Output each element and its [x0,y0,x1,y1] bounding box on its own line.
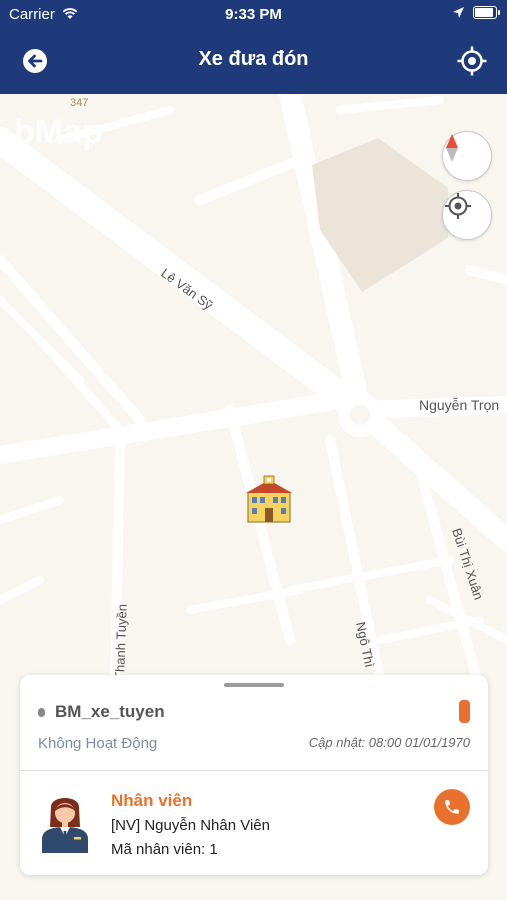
nav-bar: Xe đưa đón [0,28,507,94]
page-title: Xe đưa đón [198,48,309,70]
employee-avatar-icon [42,798,88,853]
drag-handle[interactable] [224,683,284,687]
clock: 9:33 PM [225,6,282,23]
divider [20,770,488,771]
map-watermark: bMap [14,113,103,151]
my-location-button[interactable] [442,190,492,240]
phone-icon [445,800,459,814]
map-label-thanh-tuyen: Thanh Tuyền [112,604,130,680]
compass-icon [446,134,458,162]
map-label-nguyen-trong: Nguyễn Trọn [419,397,499,413]
crosshair-icon [445,193,471,219]
vehicle-status: Không Hoạt Động [38,735,158,752]
compass-button[interactable] [442,131,492,181]
status-bar: Carrier 9:33 PM [0,0,507,28]
vehicle-info-card[interactable]: BM_xe_tuyen Không Hoạt Động Cập nhật: 08… [20,675,488,875]
last-updated: Cập nhật: 08:00 01/01/1970 [308,735,470,750]
employee-code: Mã nhân viên: 1 [111,841,218,858]
vehicle-name: BM_xe_tuyen [55,702,165,721]
employee-heading: Nhân viên [111,791,193,810]
location-arrow-icon [453,7,464,18]
vehicle-status-dot [38,708,45,717]
map-label-route: 347 [70,97,88,109]
employee-name: [NV] Nguyễn Nhân Viên [111,817,270,834]
call-button[interactable] [434,789,470,825]
locate-button[interactable] [456,45,488,77]
vehicle-status-indicator [459,700,470,723]
roundabout-center [350,405,370,425]
battery-icon [473,6,500,19]
